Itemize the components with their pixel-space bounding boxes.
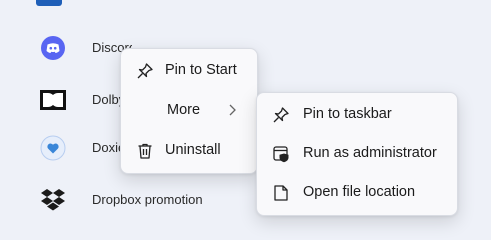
partial-app-icon — [36, 0, 62, 6]
menu-item-open-file-location[interactable]: Open file location — [261, 175, 453, 211]
app-label: Dropbox promotion — [92, 192, 203, 207]
menu-item-more[interactable]: More — [125, 93, 253, 129]
pin-icon — [135, 61, 155, 81]
menu-item-label: Pin to Start — [165, 62, 237, 78]
menu-item-label: Run as administrator — [303, 145, 437, 161]
menu-item-label: More — [167, 102, 201, 118]
dropbox-icon — [38, 185, 68, 215]
menu-item-label: Open file location — [303, 184, 416, 200]
menu-item-run-as-administrator[interactable]: Run as administrator — [261, 136, 453, 172]
menu-item-pin-to-taskbar[interactable]: Pin to taskbar — [261, 97, 453, 133]
folder-file-icon — [271, 183, 291, 203]
menu-item-label: Pin to taskbar — [303, 106, 392, 122]
menu-item-label: Uninstall — [165, 142, 221, 158]
context-menu: Pin to Start More Uninstall — [120, 48, 258, 174]
discord-icon — [38, 33, 68, 63]
doxie-heart-icon — [38, 133, 68, 163]
more-submenu: Pin to taskbar Run as administrator Open… — [256, 92, 458, 216]
shield-window-icon — [271, 144, 291, 164]
menu-item-uninstall[interactable]: Uninstall — [125, 133, 253, 169]
pin-icon — [271, 105, 291, 125]
trash-icon — [135, 141, 155, 161]
menu-item-pin-to-start[interactable]: Pin to Start — [125, 53, 253, 89]
chevron-right-icon — [225, 103, 239, 117]
dolby-icon — [38, 85, 68, 115]
